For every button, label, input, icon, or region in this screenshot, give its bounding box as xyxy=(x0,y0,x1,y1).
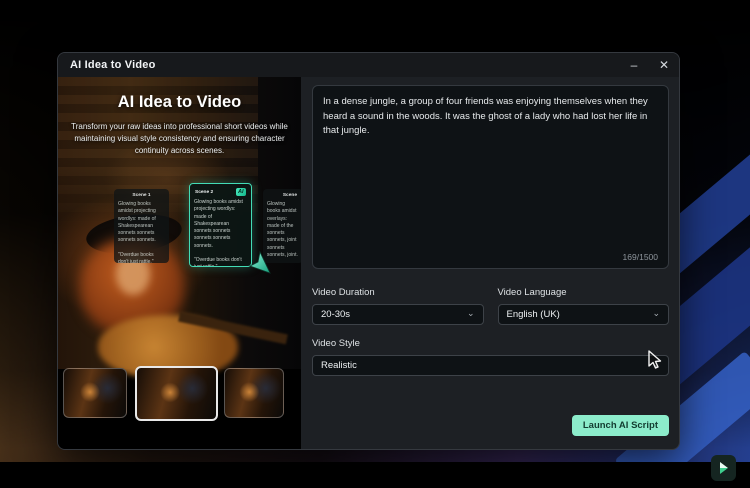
video-style-label: Video Style xyxy=(312,338,360,349)
script-form-panel: In a dense jungle, a group of four frien… xyxy=(301,77,679,449)
video-language-field: Video Language English (UK) ⌄ xyxy=(497,287,669,325)
scene-thumbnail-1 xyxy=(63,368,127,418)
dialog-body: AI Idea to Video Transform your raw idea… xyxy=(58,77,679,449)
video-language-select[interactable]: English (UK) ⌄ xyxy=(497,304,669,325)
video-style-field: Video Style Realistic ⌄ xyxy=(312,338,669,415)
ai-badge: AI xyxy=(235,188,246,196)
dialog-title: AI Idea to Video xyxy=(70,59,156,71)
promo-panel: AI Idea to Video Transform your raw idea… xyxy=(58,77,301,449)
video-duration-select[interactable]: 20-30s ⌄ xyxy=(312,304,484,325)
video-language-label: Video Language xyxy=(497,287,567,298)
scene-card-1: Scene 1 Glowing books amidst projecting … xyxy=(114,189,169,263)
script-input[interactable]: In a dense jungle, a group of four frien… xyxy=(313,86,668,246)
chevron-down-icon: ⌄ xyxy=(652,308,660,318)
promo-subtitle: Transform your raw ideas into profession… xyxy=(71,122,288,155)
close-button[interactable]: ✕ xyxy=(649,53,679,77)
video-style-select[interactable]: Realistic ⌄ xyxy=(312,355,669,376)
dialog-titlebar: AI Idea to Video – ✕ xyxy=(58,53,679,77)
scene-card-2-body: Glowing books amidst projecting wordlys:… xyxy=(194,199,243,266)
video-language-value: English (UK) xyxy=(506,309,560,320)
ai-idea-to-video-dialog: AI Idea to Video – ✕ AI Idea to Video Tr… xyxy=(57,52,680,450)
minimize-icon: – xyxy=(630,58,638,72)
scene-card-2: Scene 2 AI Glowing books amidst projecti… xyxy=(189,183,252,267)
scene-card-1-body: Glowing books amidst projecting wordlys:… xyxy=(118,201,156,263)
close-icon: ✕ xyxy=(658,58,670,72)
video-duration-value: 20-30s xyxy=(321,309,351,320)
video-duration-label: Video Duration xyxy=(312,287,375,298)
promo-title: AI Idea to Video xyxy=(117,93,242,111)
mouse-cursor-icon xyxy=(648,350,662,369)
scene-thumbnails xyxy=(58,366,301,424)
chevron-down-icon: ⌄ xyxy=(466,308,475,318)
minimize-button[interactable]: – xyxy=(619,53,649,77)
scene-card-3-title: Scene xyxy=(282,193,297,198)
scene-thumbnail-3 xyxy=(224,368,284,418)
video-duration-field: Video Duration 20-30s ⌄ xyxy=(312,287,484,325)
filmora-logo-icon[interactable] xyxy=(711,455,736,481)
launch-ai-script-button[interactable]: Launch AI Script xyxy=(571,415,669,436)
scene-card-1-title: Scene 1 xyxy=(132,193,151,198)
character-count: 169/1500 xyxy=(622,252,658,262)
scene-card-2-title: Scene 2 xyxy=(195,189,214,195)
screen: AI Idea to Video – ✕ AI Idea to Video Tr… xyxy=(0,0,750,488)
scene-thumbnail-2-selected xyxy=(135,366,218,421)
promo-cursor-icon xyxy=(248,250,271,274)
script-input-container: In a dense jungle, a group of four frien… xyxy=(312,85,669,269)
video-style-value: Realistic xyxy=(321,360,357,371)
